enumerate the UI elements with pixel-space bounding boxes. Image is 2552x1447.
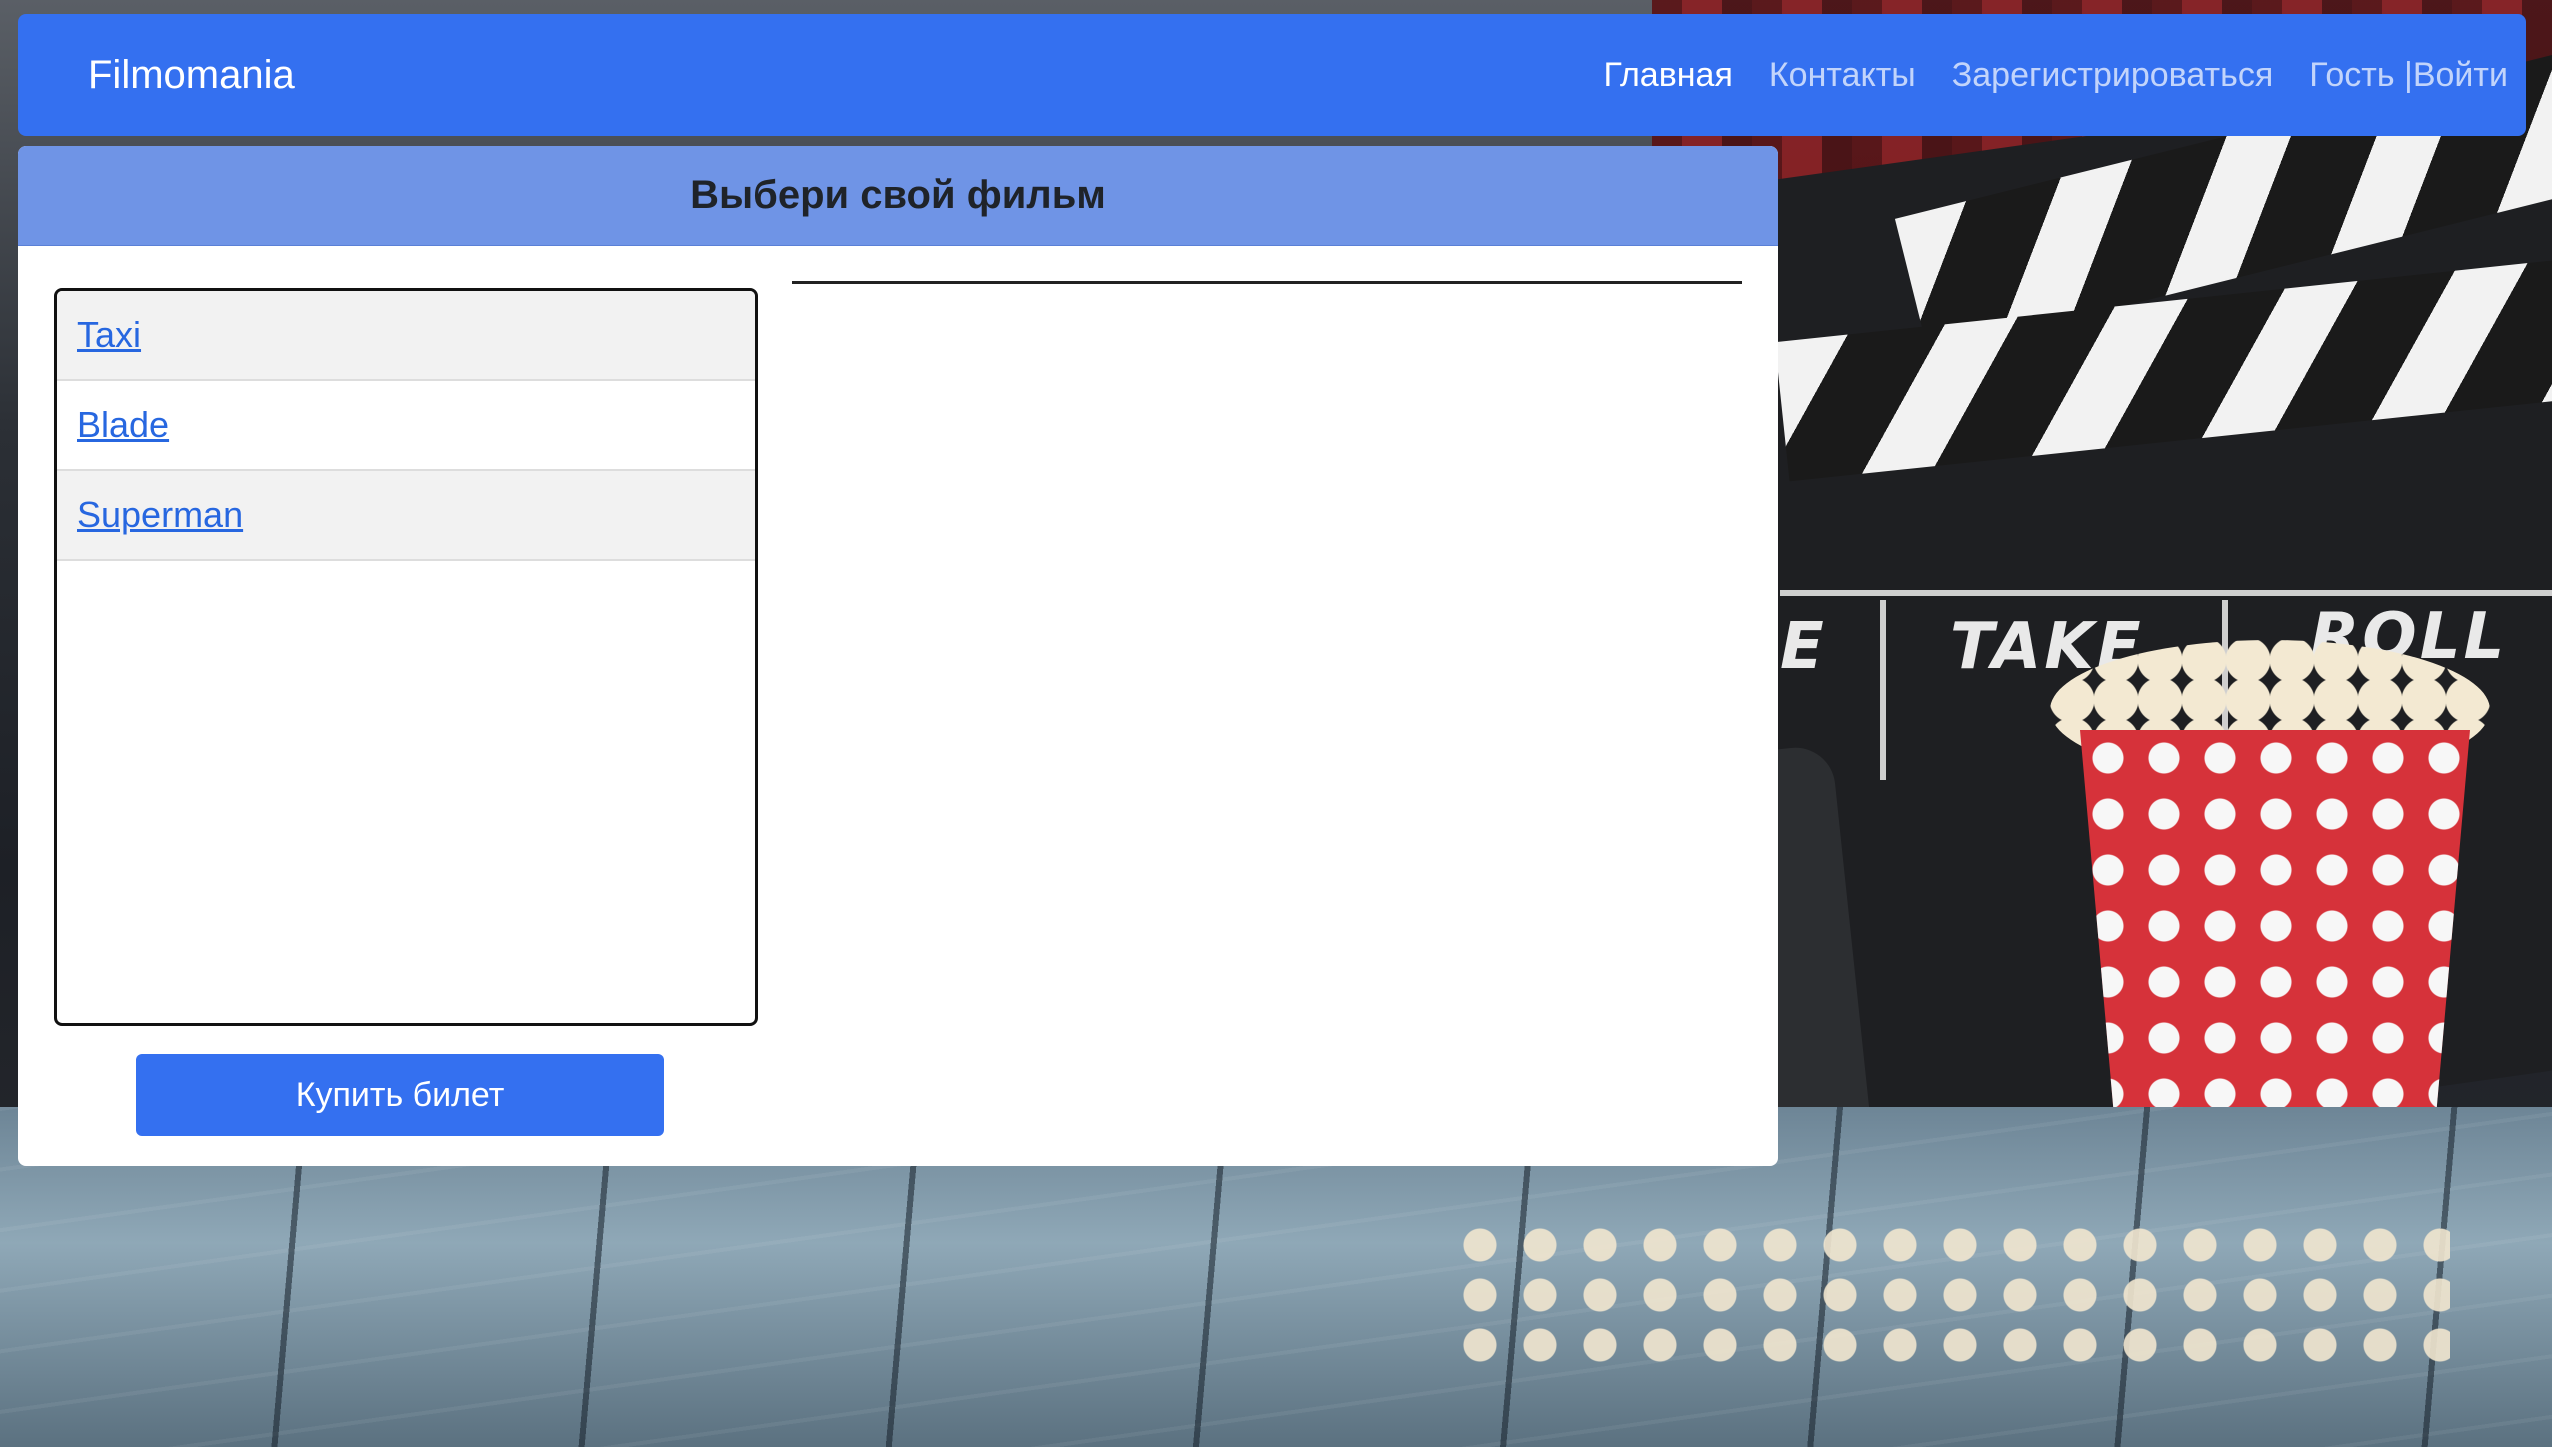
nav-link-login[interactable]: Гость |Войти bbox=[2309, 56, 2508, 95]
clapperboard-word: E bbox=[1780, 610, 1827, 684]
list-item[interactable]: Blade bbox=[57, 381, 755, 471]
nav-link-contacts[interactable]: Контакты bbox=[1769, 56, 1916, 95]
movie-link-superman[interactable]: Superman bbox=[77, 494, 243, 536]
navbar: Filmomania Главная Контакты Зарегистриро… bbox=[18, 14, 2526, 136]
list-item[interactable]: Superman bbox=[57, 471, 755, 561]
clapperboard-divider bbox=[1880, 600, 1886, 780]
details-divider bbox=[792, 281, 1742, 284]
buy-ticket-button[interactable]: Купить билет bbox=[136, 1054, 664, 1136]
card-header: Выбери свой фильм bbox=[18, 146, 1778, 246]
clapperboard-line bbox=[1780, 590, 2552, 596]
brand-logo[interactable]: Filmomania bbox=[88, 53, 295, 98]
list-item[interactable]: Taxi bbox=[57, 291, 755, 381]
background-popcorn-kernels bbox=[1450, 1220, 2450, 1370]
nav-link-register[interactable]: Зарегистрироваться bbox=[1952, 56, 2274, 95]
movie-list[interactable]: Taxi Blade Superman bbox=[54, 288, 758, 1026]
nav-links: Главная Контакты Зарегистрироваться Гост… bbox=[1603, 56, 2508, 95]
movie-link-blade[interactable]: Blade bbox=[77, 404, 169, 446]
movie-link-taxi[interactable]: Taxi bbox=[77, 314, 141, 356]
nav-link-home[interactable]: Главная bbox=[1603, 56, 1732, 95]
card-title: Выбери свой фильм bbox=[690, 173, 1106, 217]
movie-card: Выбери свой фильм Taxi Blade Superman Ку… bbox=[18, 146, 1778, 1166]
